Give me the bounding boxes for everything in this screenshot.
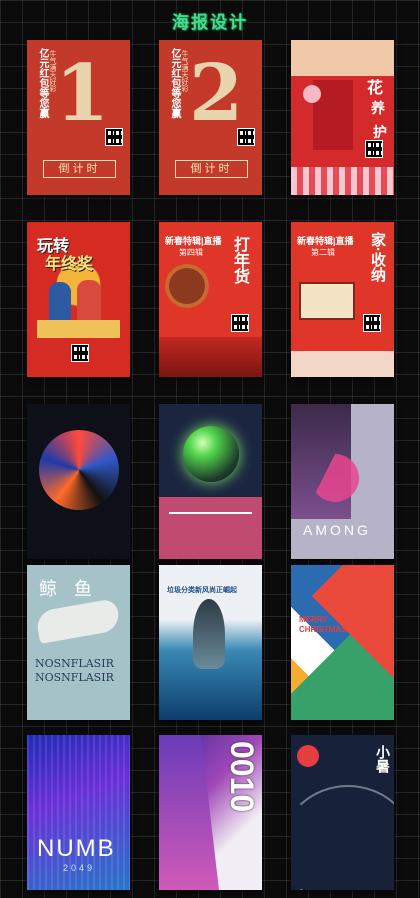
countdown-button: 倒计时 [175,160,248,178]
poster-text: CHRISTMAS [299,625,347,634]
qr-code-icon [363,314,381,332]
poster-among[interactable]: AMONG [291,404,394,559]
poster-countdown-2[interactable]: 2 亿元红包等您赢 牛气满天好彩 倒计时 [159,40,262,195]
poster-side-text: 牛气满天好彩 [49,50,56,92]
poster-top-panel [291,40,394,76]
poster-christmas[interactable]: MERRY CHRISTMAS [291,565,394,720]
poster-issue: 第四辑 [179,248,203,257]
poster-big-text: 家·收纳 [369,232,386,282]
glass-sphere-graphic [183,426,239,482]
character-illustration [77,280,101,322]
wave-lines [291,785,394,890]
poster-footer [291,351,394,377]
qr-code-icon [231,314,249,332]
poster-title: 小暑 [375,745,391,773]
qr-code-icon [71,344,89,362]
poster-big-number: 1 [55,48,110,139]
food-bowl-icon [165,264,209,308]
poster-countdown-1[interactable]: 1 亿元红包等您赢 牛气满天好彩 倒计时 [27,40,130,195]
poster-building-illustration [159,337,262,377]
poster-word: NUMB [37,835,116,862]
gift-box-icon [37,320,120,338]
poster-number: 0010 [224,741,260,813]
whale-tail-illustration [193,599,225,669]
storage-box-illustration [299,282,355,320]
poster-new-year-shopping[interactable]: 新春特辑|直播 第四辑 打年货 [159,222,262,377]
countdown-button: 倒计时 [43,160,116,178]
page-title: 海报设计 [172,13,248,32]
poster-flower-care[interactable]: 花 养 护 [291,40,394,195]
divider-line [169,512,252,514]
poster-header: 新春特辑|直播 [165,236,222,246]
portrait-graphic [159,735,219,890]
flower-icon [303,85,321,103]
poster-headline: 垃圾分类新风尚正崛起 [167,587,237,594]
abstract-sphere-graphic [39,430,119,510]
poster-word: NOSNFLASIR [35,671,114,684]
qr-code-icon [105,128,123,146]
poster-headline: 年终奖 [45,256,94,273]
poster-char: 护 [373,124,387,140]
poster-numb[interactable]: NUMB 2049 [27,735,130,890]
poster-abstract-sphere[interactable] [27,404,130,559]
whale-illustration [34,598,122,644]
poster-word: AMONG [303,522,371,538]
sun-icon [297,745,319,767]
qr-code-icon [237,128,255,146]
poster-year: 2049 [63,863,96,873]
poster-char: 养 [371,100,385,116]
poster-ocean-waste[interactable]: 垃圾分类新风尚正崛起 [159,565,262,720]
poster-flower-border [291,167,394,195]
triangle-pattern [291,565,394,720]
qr-code-icon [365,140,383,158]
poster-title: 鲸 鱼 [39,579,99,599]
poster-header: 新春特辑|直播 [297,236,354,246]
poster-year-end-bonus[interactable]: 玩转 年终奖 [27,222,130,377]
poster-side-text: 牛气满天好彩 [181,50,188,92]
poster-whale[interactable]: 鲸 鱼 NOSNFLASIR NOSNFLASIR [27,565,130,720]
poster-xiaoshu[interactable]: 小暑 [291,735,394,890]
poster-home-storage[interactable]: 新春特辑|直播 第二辑 家·收纳 [291,222,394,377]
poster-glass-sphere[interactable] [159,404,262,559]
poster-text: MERRY [299,615,328,624]
poster-issue: 第二辑 [311,248,335,257]
poster-word: NOSNFLASIR [35,657,114,670]
poster-big-text: 打年货 [231,236,248,284]
poster-char: 花 [367,80,384,97]
poster-0010[interactable]: 0010 [159,735,262,890]
poster-big-number: 2 [189,48,244,139]
character-illustration [49,282,71,322]
